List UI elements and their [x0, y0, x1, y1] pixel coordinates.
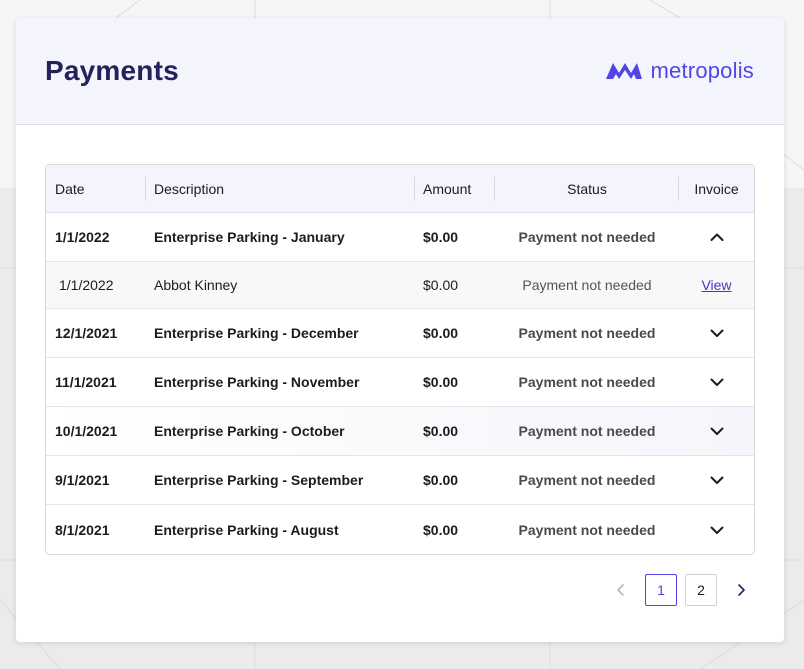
row-description: Enterprise Parking - January: [154, 229, 345, 245]
chevron-up-icon[interactable]: [709, 229, 725, 245]
row-amount: $0.00: [423, 423, 459, 439]
brand-logo: metropolis: [605, 58, 754, 84]
table-row[interactable]: 11/1/2021 Enterprise Parking - November …: [46, 358, 754, 407]
column-header-amount: Amount: [415, 165, 495, 212]
row-description: Enterprise Parking - September: [154, 472, 364, 488]
row-date: 12/1/2021: [55, 325, 118, 341]
sub-row-amount: $0.00: [423, 277, 459, 293]
metropolis-logo-icon: [605, 63, 642, 79]
column-header-invoice: Invoice: [694, 180, 739, 197]
sub-row-date: 1/1/2022: [59, 277, 114, 293]
chevron-down-icon[interactable]: [709, 522, 725, 538]
table-row[interactable]: 1/1/2022 Enterprise Parking - January $0…: [46, 213, 754, 262]
row-status: Payment not needed: [518, 521, 656, 538]
row-description: Enterprise Parking - August: [154, 521, 339, 538]
row-amount: $0.00: [423, 374, 459, 390]
chevron-down-icon[interactable]: [709, 374, 725, 390]
row-status: Payment not needed: [518, 472, 656, 488]
table-row[interactable]: 8/1/2021 Enterprise Parking - August $0.…: [46, 505, 754, 554]
chevron-down-icon[interactable]: [709, 472, 725, 488]
sub-row-status: Payment not needed: [522, 277, 652, 293]
row-description: Enterprise Parking - October: [154, 423, 345, 439]
row-description: Enterprise Parking - December: [154, 325, 359, 341]
chevron-down-icon[interactable]: [709, 423, 725, 439]
row-date: 10/1/2021: [55, 423, 118, 439]
column-header-description: Description: [146, 165, 415, 212]
table-row[interactable]: 10/1/2021 Enterprise Parking - October $…: [46, 407, 754, 456]
table-row[interactable]: 9/1/2021 Enterprise Parking - September …: [46, 456, 754, 505]
prev-page-button[interactable]: [605, 574, 637, 606]
payments-card: Payments metropolis Date Description Amo…: [16, 18, 784, 642]
row-date: 8/1/2021: [55, 521, 110, 538]
card-header: Payments metropolis: [16, 18, 784, 125]
page-button-1[interactable]: 1: [645, 574, 677, 606]
chevron-down-icon[interactable]: [709, 325, 725, 341]
row-amount: $0.00: [423, 521, 459, 538]
next-page-button[interactable]: [725, 574, 757, 606]
payments-table: Date Description Amount Status Invoice 1…: [45, 164, 755, 555]
row-status: Payment not needed: [518, 229, 656, 245]
chevron-right-icon: [738, 584, 745, 596]
table-header: Date Description Amount Status Invoice: [46, 165, 754, 213]
sub-row-description: Abbot Kinney: [154, 277, 238, 293]
row-amount: $0.00: [423, 325, 459, 341]
row-date: 1/1/2022: [55, 229, 110, 245]
page-title: Payments: [45, 55, 179, 86]
view-invoice-link[interactable]: View: [701, 277, 731, 293]
column-header-status: Status: [495, 165, 679, 212]
row-amount: $0.00: [423, 472, 459, 488]
row-status: Payment not needed: [518, 374, 656, 390]
sub-row: 1/1/2022 Abbot Kinney $0.00 Payment not …: [46, 262, 754, 309]
column-header-date: Date: [46, 165, 146, 212]
row-status: Payment not needed: [518, 423, 656, 439]
row-description: Enterprise Parking - November: [154, 374, 360, 390]
table-row[interactable]: 12/1/2021 Enterprise Parking - December …: [46, 309, 754, 358]
chevron-left-icon: [617, 584, 624, 596]
brand-name: metropolis: [650, 58, 754, 83]
row-date: 9/1/2021: [55, 472, 110, 488]
row-amount: $0.00: [423, 229, 459, 245]
row-date: 11/1/2021: [55, 374, 117, 390]
page-button-2[interactable]: 2: [685, 574, 717, 606]
pagination: 1 2: [605, 574, 757, 606]
row-status: Payment not needed: [518, 325, 656, 341]
